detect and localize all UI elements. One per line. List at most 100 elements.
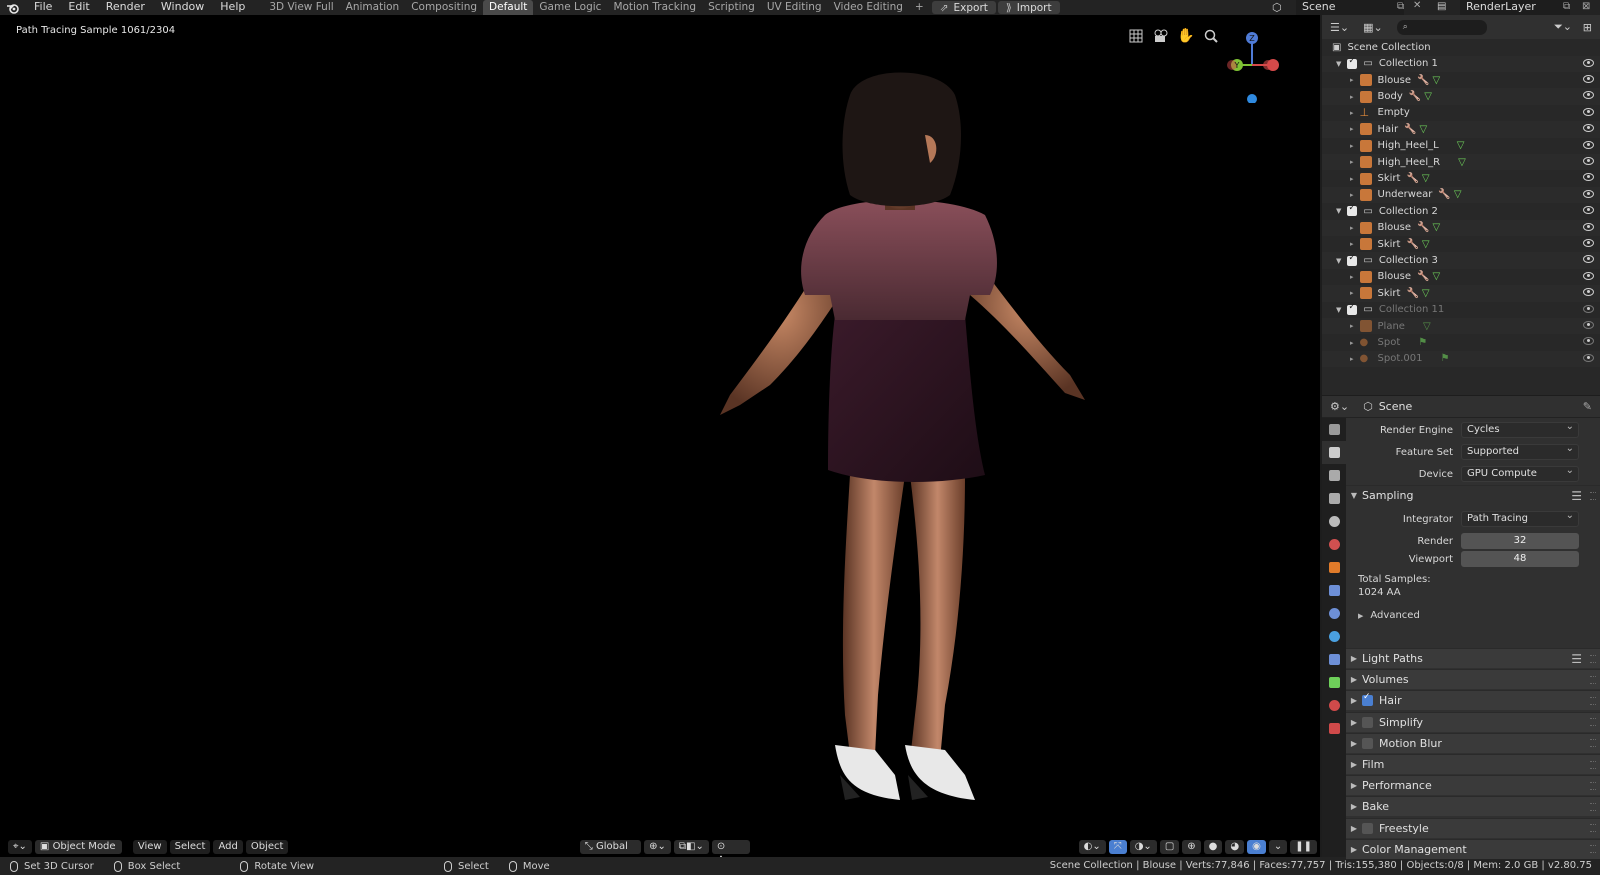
menu-object[interactable]: Object: [245, 840, 289, 854]
expand-arrow-icon[interactable]: ▸: [1350, 142, 1354, 150]
modifier-wrench-icon[interactable]: 🔧: [1406, 288, 1418, 299]
visibility-eye-icon[interactable]: [1583, 156, 1594, 165]
presets-list-icon[interactable]: ☰: [1571, 652, 1582, 666]
pause-render-icon[interactable]: ❚❚: [1290, 840, 1318, 854]
mesh-data-icon[interactable]: ▽: [1432, 271, 1440, 282]
drag-handle-icon[interactable]: [1590, 760, 1596, 769]
outliner-object-row[interactable]: ▸ High_Heel_L ▽: [1322, 138, 1600, 155]
tab-video-editing[interactable]: Video Editing: [828, 0, 909, 15]
outliner-editor-type-icon[interactable]: ☰⌄: [1330, 21, 1349, 34]
outliner-search-input[interactable]: ⌕: [1396, 19, 1487, 35]
menu-edit[interactable]: Edit: [60, 0, 97, 15]
panel-header[interactable]: ▶ Freestyle: [1346, 817, 1600, 838]
modifier-wrench-icon[interactable]: 🔧: [1438, 189, 1450, 200]
drag-handle-icon[interactable]: [1590, 696, 1596, 705]
blender-logo-icon[interactable]: [0, 0, 26, 15]
solid-shading-icon[interactable]: ●: [1203, 840, 1223, 854]
tab-material[interactable]: [1322, 694, 1346, 717]
tab-motion-tracking[interactable]: Motion Tracking: [607, 0, 702, 15]
modifier-wrench-icon[interactable]: 🔧: [1417, 222, 1429, 233]
scene-remove-icon[interactable]: ✕: [1413, 0, 1421, 11]
visibility-eye-icon[interactable]: [1583, 337, 1594, 346]
outliner-object-row[interactable]: ▸ Skirt 🔧 ▽: [1322, 285, 1600, 302]
modifier-wrench-icon[interactable]: 🔧: [1417, 75, 1429, 86]
sampling-panel-header[interactable]: ▼ Sampling ☰: [1346, 485, 1600, 505]
tab-scripting[interactable]: Scripting: [702, 0, 761, 15]
menu-window[interactable]: Window: [153, 0, 212, 15]
axis-gizmo[interactable]: Z Y: [1220, 23, 1280, 103]
layer-remove-icon[interactable]: ⊠: [1582, 1, 1590, 12]
transform-orientation-dropdown[interactable]: ⤡ Global ⌄: [579, 840, 642, 857]
scene-browse-icon[interactable]: ⬡: [1272, 1, 1286, 14]
tab-animation[interactable]: Animation: [340, 0, 406, 15]
visibility-eye-icon[interactable]: [1583, 271, 1594, 280]
tab-default[interactable]: Default: [483, 0, 534, 15]
light-data-icon[interactable]: ⚑: [1441, 353, 1450, 364]
outliner-collection-row[interactable]: ▼ ▭ Collection 11: [1322, 302, 1600, 319]
tab-3d-view-full[interactable]: 3D View Full: [263, 0, 339, 15]
visibility-eye-icon[interactable]: [1583, 58, 1594, 67]
device-dropdown[interactable]: GPU Compute: [1461, 464, 1579, 482]
rendered-shading-icon[interactable]: ◉: [1247, 840, 1266, 854]
tab-texture[interactable]: [1322, 717, 1346, 740]
exclude-checkbox[interactable]: [1347, 253, 1358, 266]
render-samples-field[interactable]: 32: [1461, 533, 1579, 549]
object-mode-dropdown[interactable]: ▣ Object Mode ⌄: [34, 840, 122, 857]
visibility-eye-icon[interactable]: [1583, 288, 1594, 297]
mesh-data-icon[interactable]: ▽: [1458, 157, 1466, 168]
visibility-eye-icon[interactable]: [1583, 74, 1594, 83]
outliner-object-row[interactable]: ▸ Blouse 🔧 ▽: [1322, 72, 1600, 89]
expand-arrow-icon[interactable]: ▸: [1350, 339, 1354, 347]
mesh-data-icon[interactable]: ▽: [1457, 140, 1465, 151]
tab-uv-editing[interactable]: UV Editing: [761, 0, 828, 15]
expand-arrow-icon[interactable]: ▸: [1350, 191, 1354, 199]
tab-game-logic[interactable]: Game Logic: [533, 0, 607, 15]
outliner-object-row[interactable]: ▸ ● Spot ⚑: [1322, 334, 1600, 351]
overlay-icon[interactable]: ◑⌄: [1129, 840, 1157, 854]
mesh-data-icon[interactable]: ▽: [1422, 173, 1430, 184]
modifier-wrench-icon[interactable]: 🔧: [1417, 271, 1429, 282]
panel-header[interactable]: ▶ Performance: [1346, 775, 1600, 796]
mesh-data-icon[interactable]: ▽: [1432, 75, 1440, 86]
zoom-icon[interactable]: [1202, 27, 1220, 45]
panel-header[interactable]: ▶ Film: [1346, 754, 1600, 774]
feature-set-dropdown[interactable]: Supported: [1461, 442, 1579, 460]
visibility-icon[interactable]: ◐⌄: [1078, 840, 1106, 854]
tab-output[interactable]: [1322, 464, 1346, 487]
outliner-object-row[interactable]: ▸ Blouse 🔧 ▽: [1322, 219, 1600, 236]
expand-arrow-icon[interactable]: ▼: [1336, 60, 1341, 68]
visibility-eye-icon[interactable]: [1583, 173, 1594, 182]
tab-physics[interactable]: [1322, 625, 1346, 648]
exclude-checkbox[interactable]: [1347, 302, 1358, 315]
new-collection-icon[interactable]: ⊞: [1583, 21, 1592, 34]
visibility-eye-icon[interactable]: [1583, 107, 1594, 116]
outliner-object-row[interactable]: ▸ Body 🔧 ▽: [1322, 88, 1600, 105]
scene-copy-icon[interactable]: ⧉: [1397, 1, 1404, 12]
tab-modifiers[interactable]: [1322, 579, 1346, 602]
drag-handle-icon[interactable]: [1590, 675, 1596, 684]
visibility-eye-icon[interactable]: [1583, 206, 1594, 215]
integrator-dropdown[interactable]: Path Tracing: [1461, 509, 1579, 527]
drag-handle-icon[interactable]: [1590, 845, 1596, 854]
tab-scene[interactable]: [1322, 510, 1346, 533]
expand-arrow-icon[interactable]: ▼: [1336, 207, 1341, 215]
mesh-data-icon[interactable]: ▽: [1423, 321, 1431, 332]
modifier-wrench-icon[interactable]: 🔧: [1406, 239, 1418, 250]
camera-icon[interactable]: [1152, 27, 1170, 45]
tab-object[interactable]: [1322, 556, 1346, 579]
expand-arrow-icon[interactable]: ▸: [1350, 175, 1354, 183]
layer-copy-icon[interactable]: ⧉: [1563, 1, 1570, 12]
visibility-eye-icon[interactable]: [1583, 140, 1594, 149]
outliner-object-row[interactable]: ▸ Hair 🔧 ▽: [1322, 121, 1600, 138]
panel-enable-checkbox[interactable]: [1362, 737, 1373, 749]
tab-render[interactable]: [1322, 441, 1346, 464]
import-button[interactable]: ⟫ Import: [997, 1, 1060, 14]
mesh-data-icon[interactable]: ▽: [1424, 91, 1432, 102]
mesh-data-icon[interactable]: ▽: [1422, 239, 1430, 250]
outliner-collection-row[interactable]: ▼ ▭ Collection 2: [1322, 203, 1600, 220]
panel-header[interactable]: ▶ Color Management: [1346, 838, 1600, 859]
outliner-object-row[interactable]: ▸ Plane ▽: [1322, 317, 1600, 335]
outliner-object-row[interactable]: ▸ ⊥ Empty: [1322, 105, 1600, 122]
panel-enable-checkbox[interactable]: [1362, 822, 1373, 834]
drag-handle-icon[interactable]: [1590, 491, 1596, 500]
